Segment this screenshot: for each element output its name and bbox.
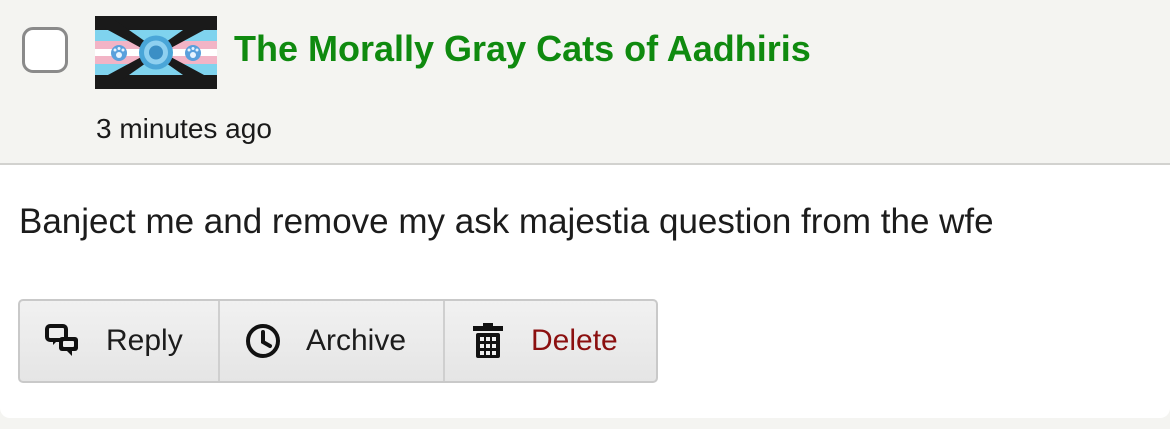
reply-label: Reply [106,324,183,357]
message-body: Banject me and remove my ask majestia qu… [19,202,994,241]
delete-button[interactable]: Delete [445,301,656,381]
sender-avatar[interactable] [95,16,217,89]
message-timestamp: 3 minutes ago [96,113,272,144]
archive-button[interactable]: Archive [220,301,445,381]
clock-icon [244,322,282,360]
message-card: The Morally Gray Cats of Aadhiris 3 minu… [0,0,1170,418]
trash-icon [469,322,507,360]
sender-name-link[interactable]: The Morally Gray Cats of Aadhiris [234,27,811,71]
reply-button[interactable]: Reply [20,301,220,381]
archive-label: Archive [306,324,407,357]
reply-icon [44,322,82,360]
message-header: The Morally Gray Cats of Aadhiris 3 minu… [0,0,1170,165]
select-checkbox[interactable] [22,27,68,73]
delete-label: Delete [531,324,618,357]
message-actions: Reply Archive Delete [18,299,658,383]
